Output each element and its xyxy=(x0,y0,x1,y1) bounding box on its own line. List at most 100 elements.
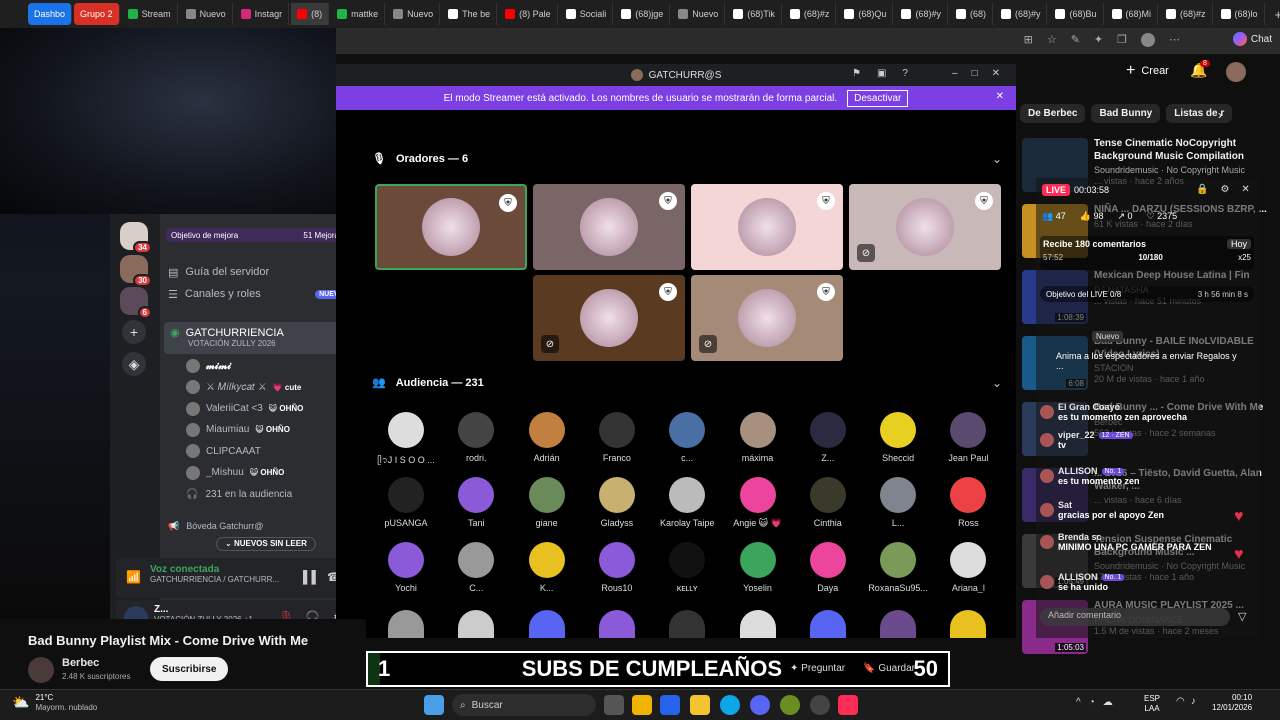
audience-avatar[interactable] xyxy=(528,610,565,638)
browser-tab[interactable]: (68)lo xyxy=(1215,3,1265,25)
server-icon[interactable]: 6 xyxy=(120,287,152,319)
widgets-icon[interactable] xyxy=(632,695,652,715)
new-tab-button[interactable]: + xyxy=(1267,7,1280,22)
filter-chip[interactable]: Listas de r xyxy=(1166,104,1233,123)
flag-icon[interactable]: ⚑ xyxy=(852,68,861,79)
audience-avatar[interactable] xyxy=(809,610,846,638)
app-icon[interactable] xyxy=(810,695,830,715)
audience-member[interactable]: L... xyxy=(863,477,933,528)
audience-header[interactable]: 👥 Audiencia — 231 xyxy=(372,376,484,390)
browser-tab[interactable]: (8) xyxy=(291,3,330,25)
browser-tab[interactable]: Instagr xyxy=(235,3,290,25)
cloud-icon[interactable]: ☁ xyxy=(1103,697,1113,708)
speaker-tile[interactable]: ⛨ ⊘ xyxy=(533,275,685,361)
close-icon[interactable]: ✕ xyxy=(1241,184,1249,195)
banner-close-icon[interactable]: ✕ xyxy=(996,91,1004,102)
popout-icon[interactable]: ▣ xyxy=(877,68,886,79)
vault-channel[interactable]: 📢 Bóveda Gatchurr@ xyxy=(168,516,263,536)
speaker-tile[interactable]: ⛨ xyxy=(533,184,685,270)
taskbar-search[interactable]: ⌕ Buscar xyxy=(452,694,596,716)
browser-tab[interactable]: mattke xyxy=(331,3,386,25)
audience-member[interactable]: Jean Paul xyxy=(933,412,1003,463)
browser-tab[interactable]: (68)Bu xyxy=(1049,3,1104,25)
audience-member[interactable]: C... xyxy=(441,542,511,593)
audience-member[interactable]: Yochi xyxy=(371,542,441,593)
voice-member[interactable]: ⚔ 𝑀𝑖𝑙𝑘𝑦𝑐𝑎𝑡 ⚔ 💗 cute xyxy=(186,377,351,397)
maximize-icon[interactable]: □ xyxy=(972,68,978,79)
browser-tab[interactable]: The be xyxy=(442,3,498,25)
browser-tab[interactable]: (68)Tik xyxy=(727,3,782,25)
audience-member[interactable]: pUSANGA xyxy=(371,477,441,528)
voice-member[interactable]: CLIPCAAAT⊘ xyxy=(186,441,351,461)
create-button[interactable]: + Crear xyxy=(1126,62,1169,80)
browser-tab[interactable]: Nuevo xyxy=(387,3,441,25)
file-explorer-icon[interactable] xyxy=(690,695,710,715)
more-menu-icon[interactable]: ⋯ xyxy=(1169,33,1180,47)
wifi-icon[interactable]: ◠ xyxy=(1176,696,1185,707)
server-guide-link[interactable]: ▤ Guía del servidor xyxy=(168,262,269,282)
audience-count[interactable]: 🎧 231 en la audiencia xyxy=(186,484,292,504)
windows-start-icon[interactable] xyxy=(424,695,444,715)
audience-member[interactable]: Yoselin xyxy=(723,542,793,593)
audience-member[interactable]: Rous10 xyxy=(582,542,652,593)
browser-tab[interactable]: (68)#y xyxy=(895,3,948,25)
audience-member[interactable]: Ariana_l xyxy=(933,542,1003,593)
audience-member[interactable]: ᴋᴇʟʟʏ xyxy=(652,542,722,593)
boost-goal[interactable]: Objetivo de mejora 51 Mejoras xyxy=(166,228,348,242)
server-icon[interactable]: 30 xyxy=(120,255,152,287)
channel-avatar[interactable] xyxy=(28,657,54,683)
audience-member[interactable]: Adrián xyxy=(512,412,582,463)
chat-button[interactable]: Chat xyxy=(1232,32,1272,46)
browser-tab[interactable]: Dashbo xyxy=(28,3,73,25)
weather-widget[interactable]: ⛅ 21°C Mayorm. nublado xyxy=(12,693,97,712)
volume-icon[interactable]: ♪ xyxy=(1191,696,1196,707)
edit-icon[interactable]: ✎ xyxy=(1071,33,1080,47)
audience-member[interactable]: c... xyxy=(652,412,722,463)
voice-member[interactable]: ValeriiCat <3 😺 OHÑO xyxy=(186,399,351,419)
collections-icon[interactable]: ❐ xyxy=(1117,33,1127,47)
filter-chip[interactable]: De Berbec xyxy=(1020,104,1086,123)
channel-name[interactable]: Berbec xyxy=(62,657,99,669)
lock-icon[interactable]: 🔒 xyxy=(1196,184,1208,195)
audience-member[interactable]: giane xyxy=(512,477,582,528)
voice-member[interactable]: 𝓶𝓲𝓶𝓲 xyxy=(186,356,351,376)
help-icon[interactable]: ? xyxy=(902,68,908,79)
deactivate-button[interactable]: Desactivar xyxy=(847,89,909,107)
subscribe-button[interactable]: Suscribirse xyxy=(150,657,229,681)
audience-member[interactable]: Daya xyxy=(793,542,863,593)
language-indicator[interactable]: ESP LAA xyxy=(1144,694,1160,713)
tiktok-taskbar-icon[interactable] xyxy=(838,695,858,715)
filter-icon[interactable]: ▽ xyxy=(1238,610,1246,623)
speaker-tile[interactable]: ⛨ xyxy=(691,184,843,270)
audience-member[interactable]: K... xyxy=(512,542,582,593)
window-close-icon[interactable]: ✕ xyxy=(992,68,1000,79)
unread-pill[interactable]: ⌄ NUEVOS SIN LEER xyxy=(216,537,316,551)
voice-channel-active[interactable]: ◉ GATCHURRIENCIA 7 VOTACIÓN ZULLY 2026 xyxy=(164,322,354,354)
tray-chevron-icon[interactable]: ^ xyxy=(1076,697,1081,708)
audience-member[interactable]: Karolay Taipe xyxy=(652,477,722,528)
discord-taskbar-icon[interactable] xyxy=(750,695,770,715)
audience-member[interactable]: Gladyss xyxy=(582,477,652,528)
browser-tab[interactable]: Grupo 2 xyxy=(74,3,120,25)
voice-member[interactable]: Miaumiau😺 OHÑO⊘ xyxy=(186,420,351,440)
copilot-icon[interactable]: ✦ xyxy=(1094,33,1103,47)
channels-roles-link[interactable]: ☰ Canales y roles NUEVO xyxy=(168,284,348,304)
browser-tab[interactable]: (8) Pale xyxy=(499,3,558,25)
audience-member[interactable]: Angie 😺 💗 xyxy=(723,477,793,529)
speaker-tile[interactable]: ⛨ ⊘ xyxy=(691,275,843,361)
audience-member[interactable]: máxima xyxy=(723,412,793,463)
audience-member[interactable]: Sheccid xyxy=(863,412,933,463)
obs-icon[interactable] xyxy=(780,695,800,715)
browser-tab[interactable]: (68)Qu xyxy=(838,3,894,25)
chevron-right-icon[interactable]: › xyxy=(1218,108,1222,122)
browser-tab[interactable]: Stream xyxy=(122,3,178,25)
audience-member[interactable]: Tani xyxy=(441,477,511,528)
browser-tab[interactable]: (68)#z xyxy=(1160,3,1213,25)
notifications-bell-icon[interactable]: 🔔 8 xyxy=(1190,60,1210,79)
filter-chip[interactable]: Bad Bunny xyxy=(1091,104,1161,123)
settings-icon[interactable]: ⚙ xyxy=(1220,184,1229,195)
add-server-icon[interactable]: + xyxy=(122,320,146,344)
profile-icon[interactable] xyxy=(1141,33,1155,47)
browser-tab[interactable]: (68)jge xyxy=(615,3,671,25)
audience-member[interactable]: Ross xyxy=(933,477,1003,528)
